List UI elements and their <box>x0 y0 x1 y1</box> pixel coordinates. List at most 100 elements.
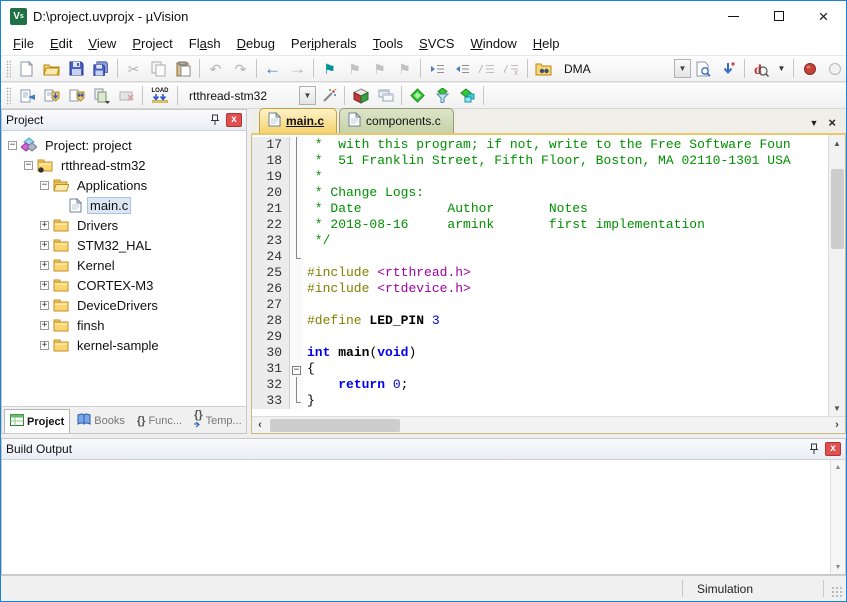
tree-item-stm32-hal[interactable]: +STM32_HAL <box>2 235 246 255</box>
collapse-expander[interactable]: − <box>8 141 17 150</box>
find-next-button[interactable] <box>691 57 716 80</box>
panel-tab-func[interactable]: {}Func... <box>132 409 187 433</box>
navigate-back-button[interactable]: ← <box>260 57 285 80</box>
debug-dropdown-button[interactable]: ▼ <box>773 57 790 80</box>
open-file-button[interactable] <box>39 57 64 80</box>
new-file-button[interactable] <box>14 57 39 80</box>
debug-session-button[interactable]: d <box>748 57 773 80</box>
menu-peripherals[interactable]: Peripherals <box>283 33 365 54</box>
expand-expander[interactable]: + <box>40 261 49 270</box>
redo-button[interactable]: ↷ <box>228 57 253 80</box>
copy-button[interactable] <box>146 57 171 80</box>
menu-file[interactable]: File <box>5 33 42 54</box>
scroll-down-arrow[interactable]: ▼ <box>829 400 845 416</box>
manage-multi-project-button[interactable] <box>373 84 398 107</box>
fold-collapse-marker[interactable]: − <box>290 361 303 377</box>
scrollbar-thumb[interactable] <box>831 169 844 249</box>
pin-button[interactable] <box>207 113 223 128</box>
target-combo[interactable]: rtthread-stm32 ▼ <box>181 85 316 106</box>
editor-tab-components-c[interactable]: components.c <box>339 108 454 133</box>
panel-tab-books[interactable]: Books <box>72 409 130 433</box>
clear-bookmarks-button[interactable]: ⚑ <box>392 57 417 80</box>
tab-list-dropdown[interactable]: ▼ <box>809 118 818 128</box>
tree-item-project-project[interactable]: −Project: project <box>2 135 246 155</box>
scroll-left-arrow[interactable]: ‹ <box>252 419 268 431</box>
build-output-content[interactable] <box>2 460 830 574</box>
toolbar-grip[interactable] <box>6 60 11 78</box>
insert-breakpoint-button[interactable] <box>797 57 822 80</box>
resize-grip[interactable] <box>824 576 846 601</box>
indent-button[interactable] <box>424 57 449 80</box>
build-button[interactable] <box>39 84 64 107</box>
tree-item-devicedrivers[interactable]: +DeviceDrivers <box>2 295 246 315</box>
tree-item-finsh[interactable]: +finsh <box>2 315 246 335</box>
tree-item-cortex-m3[interactable]: +CORTEX-M3 <box>2 275 246 295</box>
incremental-find-button[interactable] <box>716 57 741 80</box>
outdent-button[interactable] <box>449 57 474 80</box>
scroll-right-arrow[interactable]: › <box>829 419 845 431</box>
editor-horizontal-scrollbar[interactable]: ‹ › <box>252 416 845 433</box>
stop-build-button[interactable] <box>114 84 139 107</box>
menu-project[interactable]: Project <box>124 33 180 54</box>
translate-button[interactable] <box>14 84 39 107</box>
build-output-close-button[interactable]: x <box>825 442 841 456</box>
tree-item-kernel[interactable]: +Kernel <box>2 255 246 275</box>
close-button[interactable]: × <box>801 1 846 31</box>
minimize-button[interactable] <box>711 1 756 31</box>
target-options-button[interactable] <box>316 84 341 107</box>
download-button[interactable]: LOAD <box>146 84 174 107</box>
tree-item-main-c[interactable]: main.c <box>2 195 246 215</box>
toolbar-grip[interactable] <box>6 87 11 105</box>
save-button[interactable] <box>64 57 89 80</box>
paste-button[interactable] <box>171 57 196 80</box>
menu-debug[interactable]: Debug <box>229 33 283 54</box>
target-combo-dropdown[interactable]: ▼ <box>299 86 316 105</box>
scrollbar-thumb[interactable] <box>270 419 400 432</box>
uncomment-selection-button[interactable]: /x <box>499 57 524 80</box>
panel-tab-project[interactable]: Project <box>4 409 70 433</box>
expand-expander[interactable]: + <box>40 321 49 330</box>
cut-button[interactable]: ✂ <box>121 57 146 80</box>
tree-item-drivers[interactable]: +Drivers <box>2 215 246 235</box>
scroll-up-arrow[interactable]: ▲ <box>831 460 845 474</box>
rebuild-button[interactable] <box>64 84 89 107</box>
menu-view[interactable]: View <box>80 33 124 54</box>
undo-button[interactable]: ↶ <box>203 57 228 80</box>
save-all-button[interactable] <box>89 57 114 80</box>
collapse-expander[interactable]: − <box>24 161 33 170</box>
pin-button[interactable] <box>806 442 822 457</box>
batch-build-button[interactable] <box>89 84 114 107</box>
manage-project-items-button[interactable] <box>348 84 373 107</box>
menu-window[interactable]: Window <box>462 33 524 54</box>
panel-tab-temp[interactable]: {}Temp... <box>189 409 247 433</box>
menu-tools[interactable]: Tools <box>365 33 411 54</box>
menu-flash[interactable]: Flash <box>181 33 229 54</box>
menu-help[interactable]: Help <box>525 33 568 54</box>
find-in-files-button[interactable] <box>531 57 556 80</box>
code-editor[interactable]: 17 * with this program; if not, write to… <box>252 135 828 416</box>
expand-expander[interactable]: + <box>40 241 49 250</box>
editor-vertical-scrollbar[interactable]: ▲ ▼ <box>828 135 845 416</box>
select-packs-button[interactable] <box>430 84 455 107</box>
search-combo[interactable]: DMA ▼ <box>556 58 691 79</box>
toggle-bookmark-button[interactable]: ⚑ <box>317 57 342 80</box>
tree-item-rtthread-stm32[interactable]: −rtthread-stm32 <box>2 155 246 175</box>
close-document-button[interactable]: × <box>828 116 836 129</box>
project-panel-close-button[interactable]: x <box>226 113 242 127</box>
manage-rte-button[interactable] <box>405 84 430 107</box>
navigate-forward-button[interactable]: → <box>285 57 310 80</box>
editor-tab-main-c[interactable]: main.c <box>259 108 337 133</box>
prev-bookmark-button[interactable]: ⚑ <box>342 57 367 80</box>
build-output-scrollbar[interactable]: ▲ ▼ <box>830 460 845 574</box>
comment-selection-button[interactable]: / <box>474 57 499 80</box>
maximize-button[interactable] <box>756 1 801 31</box>
tree-item-applications[interactable]: −Applications <box>2 175 246 195</box>
expand-expander[interactable]: + <box>40 221 49 230</box>
search-combo-dropdown[interactable]: ▼ <box>674 59 691 78</box>
tree-item-kernel-sample[interactable]: +kernel-sample <box>2 335 246 355</box>
disable-breakpoint-button[interactable] <box>822 57 846 80</box>
collapse-expander[interactable]: − <box>40 181 49 190</box>
menu-svcs[interactable]: SVCS <box>411 33 462 54</box>
scroll-down-arrow[interactable]: ▼ <box>831 560 845 574</box>
menu-edit[interactable]: Edit <box>42 33 80 54</box>
